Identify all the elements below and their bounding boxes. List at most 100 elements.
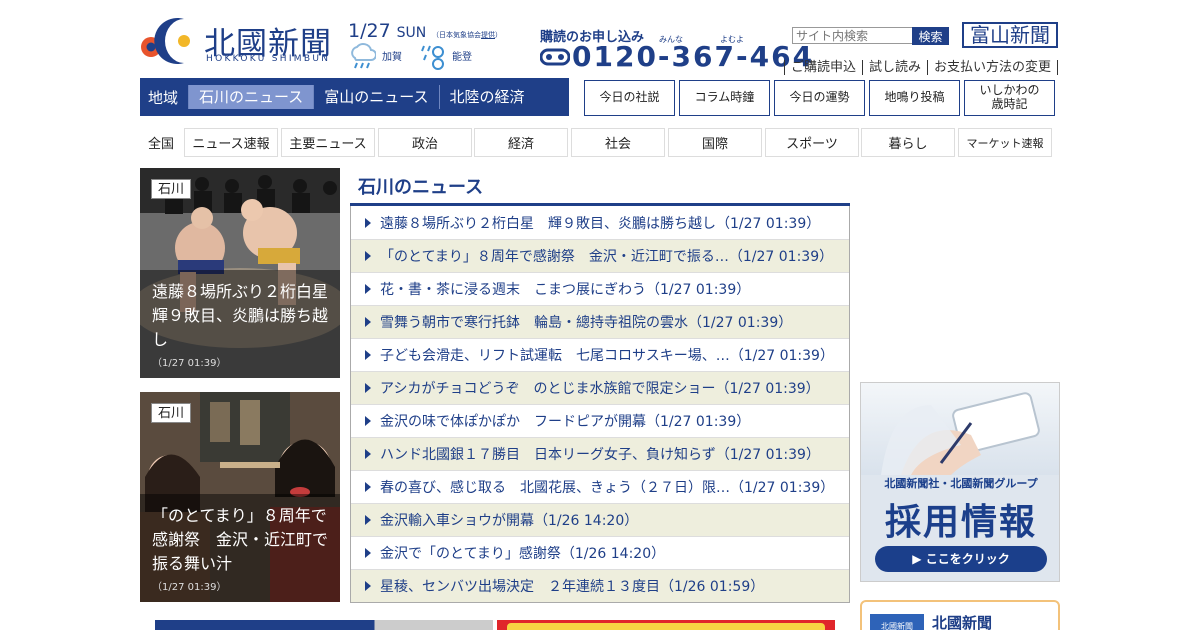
reader-post-button[interactable]: 地鳴り投稿 [869, 80, 960, 116]
region-nav: 地域 石川のニュース 富山のニュース 北陸の経済 [140, 78, 569, 116]
news-item[interactable]: ハンド北國銀１７勝目 日本リーグ女子、負け知らず（1/27 01:39） [351, 437, 849, 470]
news-item-text: 子ども会滑走、リフト試運転 七尾コロサスキー場、…（1/27 01:39） [380, 348, 834, 364]
news-item[interactable]: 雪舞う朝市で寒行托鉢 輪島・總持寺祖院の雲水（1/27 01:39） [351, 305, 849, 338]
recruit-banner[interactable]: 北國新聞社・北國新聞グループ 採用情報 ▶ ここをクリック [860, 382, 1060, 582]
news-item[interactable]: 「のとてまり」８周年で感謝祭 金沢・近江町で振る…（1/27 01:39） [351, 239, 849, 272]
news-item-text: 春の喜び、感じ取る 北國花展、きょう（２７日）限…（1/27 01:39） [380, 480, 835, 496]
triangle-right-icon [365, 581, 371, 591]
triangle-right-icon [365, 251, 371, 261]
news-item[interactable]: 星稜、センバツ出場決定 ２年連続１３度目（1/26 01:59） [351, 569, 849, 602]
card-timestamp: （1/27 01:39） [152, 582, 227, 593]
region-nav-label: 地域 [148, 88, 179, 107]
news-item[interactable]: 金沢で「のとてまり」感謝祭（1/26 14:20） [351, 536, 849, 569]
category-breaking[interactable]: ニュース速報 [184, 128, 278, 157]
logo-english-text: HOKKOKU SHIMBUN [206, 54, 331, 64]
category-market[interactable]: マーケット速報 [958, 128, 1052, 157]
category-label-all: 全国 [147, 137, 174, 152]
news-item-text: 「のとてまり」８周年で感謝祭 金沢・近江町で振る…（1/27 01:39） [380, 249, 834, 265]
triangle-right-icon [365, 449, 371, 459]
triangle-right-icon [365, 515, 371, 525]
weather-credit-link[interactable]: 提供 [481, 31, 495, 39]
triangle-right-icon [365, 383, 371, 393]
card-region-tag: 石川 [151, 179, 192, 199]
subscribe-link[interactable]: ご購読申込 [784, 60, 863, 75]
search-button[interactable]: 検索 [912, 27, 949, 45]
payment-change-link[interactable]: お支払い方法の変更 [927, 60, 1059, 75]
category-economy[interactable]: 経済 [474, 128, 568, 157]
weather-kaga-label: 加賀 [382, 52, 402, 63]
card-timestamp: （1/27 01:39） [152, 358, 227, 369]
hokkoku-paper-box[interactable]: 北國新聞 北國新聞 [860, 600, 1060, 630]
news-item[interactable]: アシカがチョコどうぞ のとじま水族館で限定ショー（1/27 01:39） [351, 371, 849, 404]
news-item[interactable]: 金沢の味で体ぽかぽか フードピアが開幕（1/27 01:39） [351, 404, 849, 437]
editorial-button[interactable]: 今日の社説 [584, 80, 675, 116]
paper-thumbnail: 北國新聞 [870, 614, 924, 630]
card-region-tag: 石川 [151, 403, 192, 423]
search-input[interactable] [792, 27, 914, 44]
category-international[interactable]: 国際 [668, 128, 762, 157]
bottom-banner-left[interactable] [155, 620, 493, 630]
news-item[interactable]: 花・書・茶に浸る週末 こまつ展にぎわう（1/27 01:39） [351, 272, 849, 305]
news-item-text: 花・書・茶に浸る週末 こまつ展にぎわう（1/27 01:39） [380, 282, 751, 298]
news-item-text: 金沢で「のとてまり」感謝祭（1/26 14:20） [380, 546, 666, 562]
trial-link[interactable]: 試し読み [862, 60, 928, 75]
category-top-news[interactable]: 主要ニュース [281, 128, 375, 157]
paper-box-title: 北國新聞 [932, 614, 993, 630]
weather-credit: （日本気象協会提供） [432, 30, 502, 40]
recruit-group-name: 北國新聞社・北國新聞グループ [884, 477, 1038, 490]
triangle-right-icon [365, 416, 371, 426]
news-item[interactable]: 子ども会滑走、リフト試運転 七尾コロサスキー場、…（1/27 01:39） [351, 338, 849, 371]
triangle-right-icon [365, 217, 371, 228]
news-item-text: 星稜、センバツ出場決定 ２年連続１３度目（1/26 01:59） [380, 579, 765, 595]
freedial-icon [540, 48, 570, 65]
weather-credit-prefix: （日本気象協会 [432, 31, 481, 39]
fortune-button[interactable]: 今日の運勢 [774, 80, 865, 116]
category-lifestyle[interactable]: 暮らし [861, 128, 955, 157]
phone-number: 0120-367-464 [572, 40, 815, 73]
category-society[interactable]: 社会 [571, 128, 665, 157]
featured-card-sumo[interactable]: 石川 遠藤８場所ぶり２桁白星 輝９敗目、炎鵬は勝ち越し （1/27 01:39） [140, 168, 340, 378]
news-item-text: 金沢輸入車ショウが開幕（1/26 14:20） [380, 513, 639, 529]
site-logo[interactable]: 北國新聞 HOKKOKU SHIMBUN [140, 16, 340, 68]
news-item[interactable]: 遠藤８場所ぶり２桁白星 輝９敗目、炎鵬は勝ち越し（1/27 01:39） [351, 206, 849, 239]
day-of-week: SUN [396, 25, 427, 41]
card-caption: 「のとてまり」８周年で感謝祭 金沢・近江町で振る舞い汁 （1/27 01:39） [140, 494, 340, 602]
ishikawa-calendar-button[interactable]: いしかわの 歳時記 [964, 80, 1055, 116]
news-list: 遠藤８場所ぶり２桁白星 輝９敗目、炎鵬は勝ち越し（1/27 01:39） 「のと… [350, 206, 850, 603]
weather-noto-label: 能登 [452, 52, 472, 63]
recruit-click-button[interactable]: ▶ ここをクリック [875, 546, 1047, 572]
category-politics[interactable]: 政治 [378, 128, 472, 157]
triangle-right-icon [365, 482, 371, 492]
category-sports[interactable]: スポーツ [765, 128, 859, 157]
news-item-text: ハンド北國銀１７勝目 日本リーグ女子、負け知らず（1/27 01:39） [380, 447, 820, 463]
news-item[interactable]: 金沢輸入車ショウが開幕（1/26 14:20） [351, 503, 849, 536]
snow-rain-icon [421, 45, 444, 70]
subscribe-phone[interactable]: 0120-367-464 [540, 40, 814, 74]
news-item-text: 金沢の味で体ぽかぽか フードピアが開幕（1/27 01:39） [380, 414, 751, 430]
tablet-hand-icon [881, 392, 1040, 475]
date-value: 1/27 [348, 20, 391, 42]
featured-card-notemari[interactable]: 石川 「のとてまり」８周年で感謝祭 金沢・近江町で振る舞い汁 （1/27 01:… [140, 392, 340, 602]
news-section-title: 石川のニュース [358, 177, 484, 198]
triangle-right-icon [365, 350, 371, 360]
bottom-banner-right[interactable] [497, 620, 835, 630]
tab-hokuriku-economy[interactable]: 北陸の経済 [438, 85, 535, 109]
triangle-right-icon [365, 284, 371, 294]
news-item-text: 雪舞う朝市で寒行托鉢 輪島・總持寺祖院の雲水（1/27 01:39） [380, 315, 793, 331]
triangle-right-icon [365, 548, 371, 558]
tab-ishikawa-news[interactable]: 石川のニュース [188, 85, 314, 109]
weather-credit-suffix: ） [495, 31, 502, 39]
card-caption: 遠藤８場所ぶり２桁白星 輝９敗目、炎鵬は勝ち越し （1/27 01:39） [140, 270, 340, 378]
column-jisho-button[interactable]: コラム時鐘 [679, 80, 770, 116]
weather-kaga[interactable]: 加賀 [348, 42, 402, 72]
weather-noto[interactable]: 能登 [418, 42, 472, 72]
news-item[interactable]: 春の喜び、感じ取る 北國花展、きょう（２７日）限…（1/27 01:39） [351, 470, 849, 503]
tab-toyama-news[interactable]: 富山のニュース [313, 85, 438, 109]
recruit-banner-photo [861, 383, 1059, 475]
site-search: 検索 [792, 27, 949, 46]
recruit-title: 採用情報 [884, 502, 1037, 543]
hokkoku-logo-icon [141, 18, 190, 64]
news-item-text: 遠藤８場所ぶり２桁白星 輝９敗目、炎鵬は勝ち越し（1/27 01:39） [380, 215, 821, 232]
toyama-shimbun-link[interactable]: 富山新聞 [962, 22, 1058, 48]
cloud-rain-icon [351, 43, 376, 69]
